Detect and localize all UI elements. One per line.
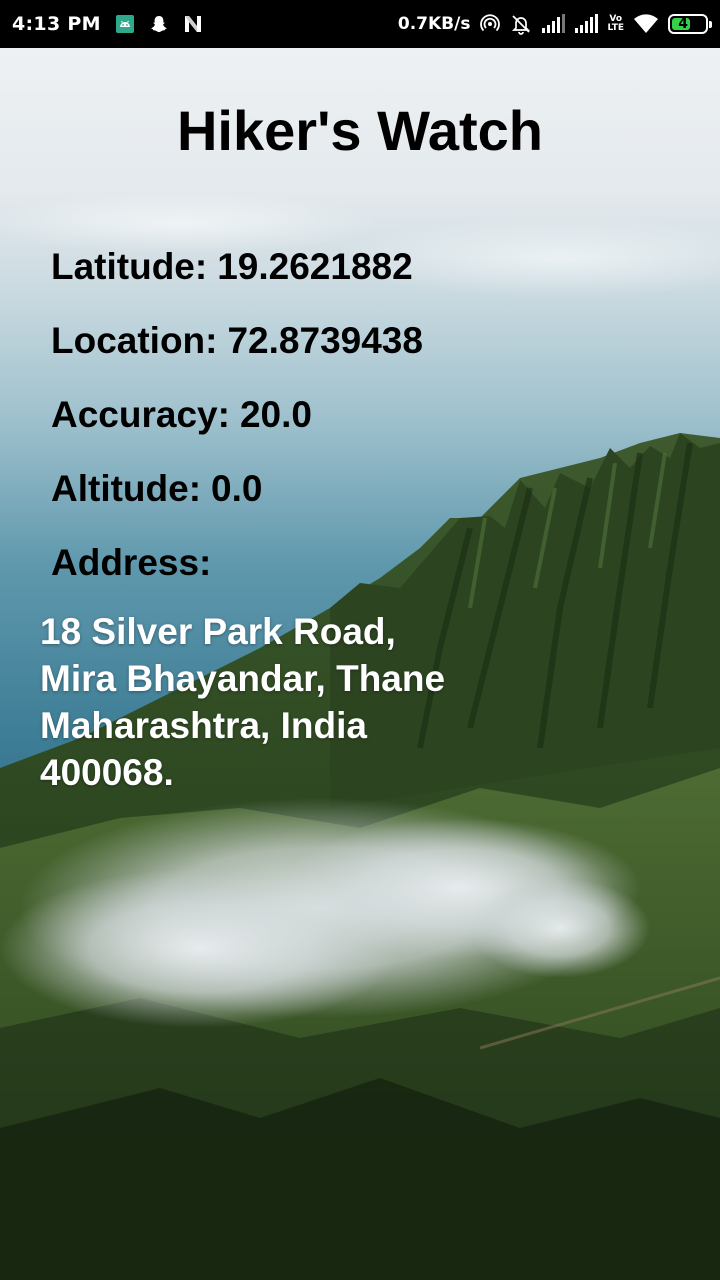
android-debug-icon (115, 14, 135, 34)
main-content: Hiker's Watch Latitude: 19.2621882 Locati… (0, 48, 720, 1280)
address-line-4: 400068. (40, 752, 174, 793)
address-label: Address: (51, 542, 212, 583)
altitude-row: Altitude: 0.0 (51, 468, 262, 510)
hotspot-icon (479, 13, 501, 35)
address-line-1: 18 Silver Park Road, (40, 611, 396, 652)
volte-bottom-label: LTE (607, 23, 624, 33)
status-bar-right: 0.7KB/s Vo LTE 47 (397, 13, 712, 35)
latitude-label: Latitude: (51, 246, 208, 287)
wifi-icon (633, 14, 659, 34)
location-label: Location: (51, 320, 218, 361)
mute-alarm-icon (510, 13, 532, 35)
n-notification-icon (183, 14, 203, 34)
signal-icon-2 (574, 14, 599, 34)
latitude-value: 19.2621882 (217, 246, 413, 287)
accuracy-value: 20.0 (239, 394, 312, 435)
status-bar-left: 4:13 PM (12, 13, 398, 35)
location-value: 72.8739438 (227, 320, 423, 361)
latitude-row: Latitude: 19.2621882 (51, 246, 413, 288)
accuracy-row: Accuracy: 20.0 (51, 394, 312, 436)
signal-icon (541, 14, 566, 34)
battery-level: 47 (678, 16, 698, 32)
location-row: Location: 72.8739438 (51, 320, 423, 362)
app-title: Hiker's Watch (176, 99, 544, 162)
net-speed: 0.7KB/s (397, 14, 471, 34)
address-row: Address: (51, 542, 211, 584)
address-line-2: Mira Bhayandar, Thane (40, 658, 446, 699)
address-text: 18 Silver Park Road, Mira Bhayandar, Tha… (40, 608, 560, 796)
status-time: 4:13 PM (12, 13, 101, 35)
snapchat-icon (149, 14, 169, 34)
altitude-label: Altitude: (51, 468, 202, 509)
address-line-3: Maharashtra, India (40, 705, 367, 746)
app-screen: 4:13 PM 0.7KB/s Vo LTE 47 Hiker's Watch … (0, 0, 720, 1280)
altitude-value: 0.0 (211, 468, 263, 509)
status-bar: 4:13 PM 0.7KB/s Vo LTE 47 (0, 0, 720, 48)
volte-icon: Vo LTE (607, 15, 624, 33)
battery-icon: 47 (668, 14, 712, 34)
accuracy-label: Accuracy: (51, 394, 230, 435)
battery-tip (709, 21, 712, 28)
